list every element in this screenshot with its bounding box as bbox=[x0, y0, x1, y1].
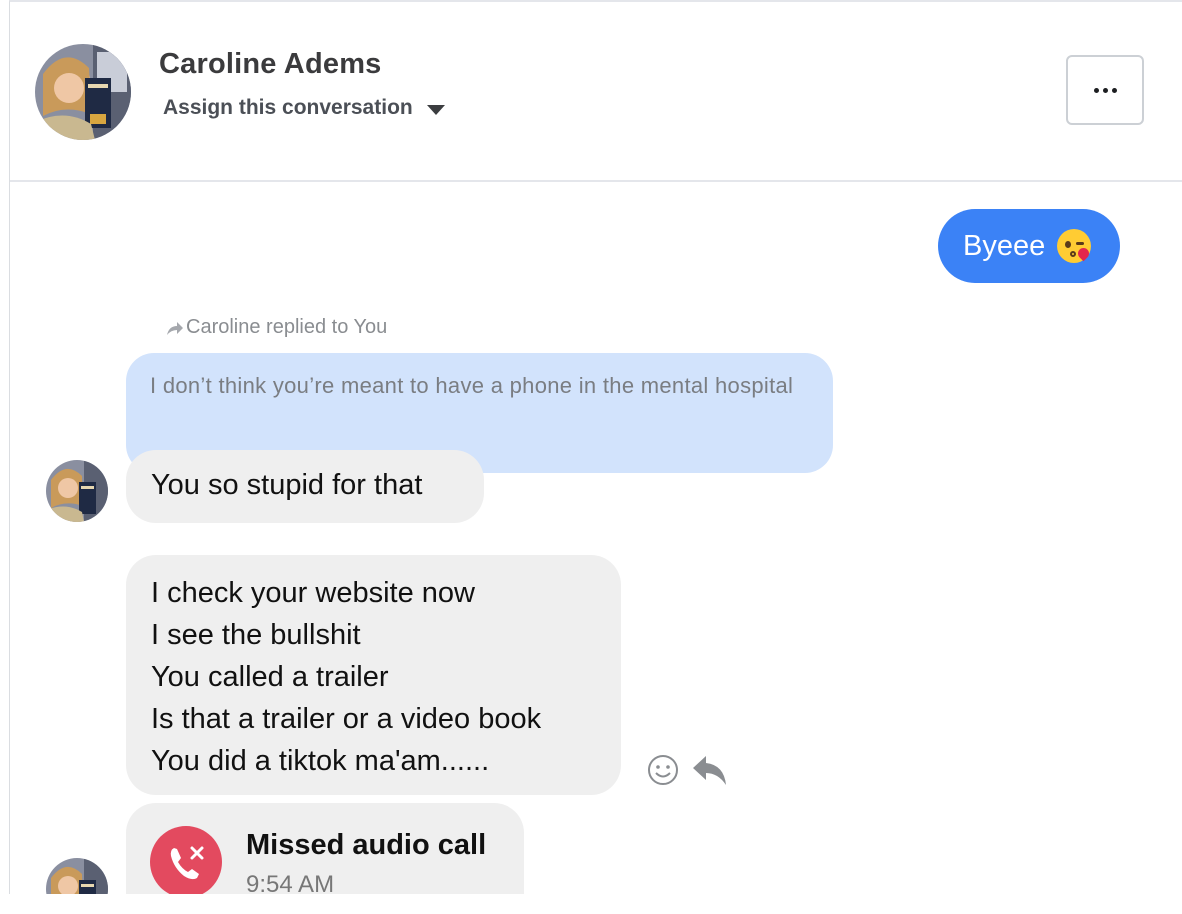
more-horizontal-icon bbox=[1093, 87, 1099, 93]
message-line: I check your website now bbox=[151, 577, 475, 609]
sender-avatar[interactable] bbox=[46, 858, 108, 894]
message-line: You did a tiktok ma'am...... bbox=[151, 745, 490, 777]
missed-call-time: 9:54 AM bbox=[246, 871, 335, 894]
more-dot bbox=[1111, 87, 1117, 93]
missed-call-message[interactable]: Missed audio call 9:54 AM bbox=[126, 803, 524, 894]
assign-conversation-dropdown[interactable]: Assign this conversation bbox=[163, 96, 445, 120]
reply-icon[interactable] bbox=[692, 753, 728, 787]
contact-name[interactable]: Caroline Adems bbox=[159, 48, 382, 81]
assign-label: Assign this conversation bbox=[163, 96, 413, 119]
incoming-message[interactable]: You so stupid for that bbox=[126, 450, 484, 523]
more-options-button[interactable] bbox=[1066, 55, 1144, 125]
contact-avatar[interactable] bbox=[35, 44, 131, 140]
missed-call-title: Missed audio call bbox=[246, 829, 487, 861]
kissing-wink-heart-emoji-icon bbox=[1057, 229, 1092, 263]
more-dot bbox=[1102, 87, 1108, 93]
caret-down-icon bbox=[426, 104, 445, 115]
message-text: Byeee bbox=[963, 229, 1046, 262]
reply-context-label: Caroline replied to You bbox=[186, 316, 388, 338]
reply-context: Caroline replied to You bbox=[166, 316, 387, 339]
conversation-header: Caroline Adems Assign this conversation bbox=[10, 2, 1182, 182]
smiley-icon[interactable] bbox=[646, 753, 680, 787]
outgoing-message[interactable]: Byeee bbox=[938, 209, 1120, 283]
incoming-message[interactable]: I check your website now I see the bulls… bbox=[126, 555, 621, 795]
reply-arrow-icon bbox=[167, 321, 183, 335]
message-line: I see the bullshit bbox=[151, 619, 361, 651]
message-line: You called a trailer bbox=[151, 661, 389, 693]
message-line: Is that a trailer or a video book bbox=[151, 703, 542, 735]
missed-call-icon bbox=[150, 826, 222, 894]
chat-window: Caroline Adems Assign this conversation … bbox=[9, 0, 1182, 894]
sender-avatar[interactable] bbox=[46, 460, 108, 522]
